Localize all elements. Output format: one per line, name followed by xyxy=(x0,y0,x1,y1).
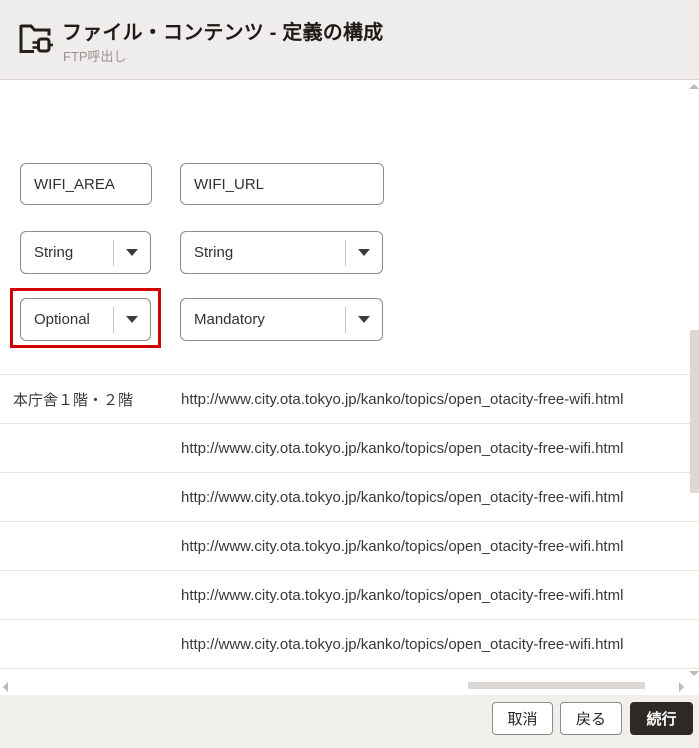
continue-button[interactable]: 続行 xyxy=(630,702,693,735)
vertical-scrollbar-down-arrow[interactable] xyxy=(689,671,699,676)
table-cell-area: 本庁舎１階・２階 xyxy=(13,391,134,409)
page-title: ファイル・コンテンツ - 定義の構成 xyxy=(62,22,384,44)
chevron-down-icon[interactable] xyxy=(346,249,382,256)
dialog-header: ファイル・コンテンツ - 定義の構成 FTP呼出し xyxy=(0,0,699,80)
table-row: http://www.city.ota.tokyo.jp/kanko/topic… xyxy=(0,424,699,473)
data-type-select-1[interactable]: String xyxy=(20,231,151,274)
element-name-input-wifi-url[interactable] xyxy=(180,163,384,205)
table-cell-url: http://www.city.ota.tokyo.jp/kanko/topic… xyxy=(181,439,624,457)
chevron-down-icon[interactable] xyxy=(114,249,150,256)
chevron-down-icon[interactable] xyxy=(346,316,382,323)
data-type-select-2[interactable]: String xyxy=(180,231,383,274)
chevron-down-icon[interactable] xyxy=(114,316,150,323)
cancel-button[interactable]: 取消 xyxy=(492,702,553,735)
table-cell-url: http://www.city.ota.tokyo.jp/kanko/topic… xyxy=(181,488,624,506)
dialog-footer: 取消 戻る 続行 xyxy=(0,695,699,748)
table-row: http://www.city.ota.tokyo.jp/kanko/topic… xyxy=(0,571,699,620)
table-cell-url: http://www.city.ota.tokyo.jp/kanko/topic… xyxy=(181,635,624,653)
folder-plug-icon xyxy=(15,18,55,58)
element-name-input-wifi-area[interactable] xyxy=(20,163,152,205)
table-cell-url: http://www.city.ota.tokyo.jp/kanko/topic… xyxy=(181,390,624,408)
vertical-scrollbar-up-arrow[interactable] xyxy=(689,84,699,89)
horizontal-scrollbar-right-arrow[interactable] xyxy=(679,682,684,692)
table-cell-url: http://www.city.ota.tokyo.jp/kanko/topic… xyxy=(181,586,624,604)
requirement-select-optional[interactable]: Optional xyxy=(20,298,151,341)
table-cell-url: http://www.city.ota.tokyo.jp/kanko/topic… xyxy=(181,537,624,555)
sample-data-table: 本庁舎１階・２階 http://www.city.ota.tokyo.jp/ka… xyxy=(0,374,699,669)
ftp-adapter-config-dialog: { "header": { "title": "ファイル・コンテンツ - 定義の… xyxy=(0,0,699,748)
requirement-select-mandatory[interactable]: Mandatory xyxy=(180,298,383,341)
requirement-select-mandatory-value: Mandatory xyxy=(194,311,265,328)
page-subtitle: FTP呼出し xyxy=(63,49,127,64)
back-button[interactable]: 戻る xyxy=(560,702,622,735)
horizontal-scrollbar-left-arrow[interactable] xyxy=(3,682,8,692)
data-type-select-1-value: String xyxy=(34,244,74,261)
vertical-scrollbar-thumb[interactable] xyxy=(690,330,699,493)
requirement-select-optional-value: Optional xyxy=(34,311,90,328)
data-type-select-2-value: String xyxy=(194,244,234,261)
table-row: http://www.city.ota.tokyo.jp/kanko/topic… xyxy=(0,620,699,669)
table-row: http://www.city.ota.tokyo.jp/kanko/topic… xyxy=(0,473,699,522)
table-row: 本庁舎１階・２階 http://www.city.ota.tokyo.jp/ka… xyxy=(0,375,699,424)
table-row: http://www.city.ota.tokyo.jp/kanko/topic… xyxy=(0,522,699,571)
horizontal-scrollbar-thumb[interactable] xyxy=(468,682,645,689)
